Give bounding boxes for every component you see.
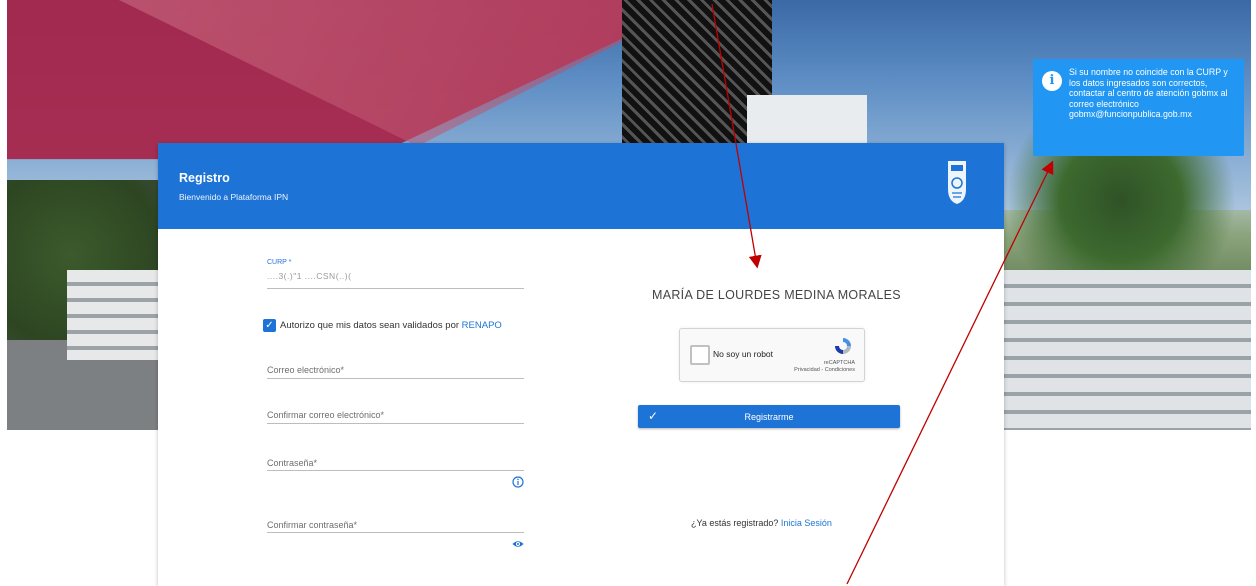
info-text: Si su nombre no coincide con la CURP y l… — [1069, 67, 1228, 120]
recaptcha-links[interactable]: Privacidad - Condiciones — [794, 367, 855, 374]
email-placeholder: Correo electrónico* — [267, 365, 345, 375]
card-header: Registro Bienvenido a Plataforma IPN — [158, 143, 1004, 229]
ipn-emblem-icon — [948, 161, 966, 204]
login-prompt: ¿Ya estás registrado? — [691, 518, 779, 528]
renapo-link[interactable]: RENAPO — [462, 320, 502, 331]
email-field[interactable]: Correo electrónico* — [267, 365, 524, 379]
user-full-name: MARÍA DE LOURDES MEDINA MORALES — [652, 288, 901, 302]
eye-icon[interactable] — [512, 538, 524, 550]
confirm-password-placeholder: Confirmar contraseña* — [267, 520, 358, 530]
recaptcha-widget[interactable]: No soy un robot reCAPTCHA Privacidad - C… — [679, 328, 865, 382]
register-card: Registro Bienvenido a Plataforma IPN CUR… — [158, 143, 1004, 586]
page-title: Registro — [179, 171, 230, 185]
page-subtitle: Bienvenido a Plataforma IPN — [179, 192, 289, 202]
curp-value: ....3(.)"1 ....CSN(..)( — [267, 271, 352, 281]
authorize-checkbox-row[interactable]: ✓ Autorizo que mis datos sean validados … — [263, 319, 502, 332]
recaptcha-checkbox[interactable] — [690, 345, 710, 365]
confirm-email-field[interactable]: Confirmar correo electrónico* — [267, 410, 524, 424]
info-tooltip: i Si su nombre no coincide con la CURP y… — [1033, 59, 1244, 156]
register-button[interactable]: ✓ Registrarme — [638, 405, 900, 428]
stairs-left — [67, 270, 167, 360]
recaptcha-logo-icon — [835, 338, 851, 354]
login-link[interactable]: Inicia Sesión — [781, 518, 832, 528]
curp-field[interactable]: CURP * ....3(.)"1 ....CSN(..)( — [267, 259, 524, 289]
check-icon: ✓ — [648, 409, 659, 423]
confirm-email-placeholder: Confirmar correo electrónico* — [267, 410, 385, 420]
register-button-label: Registrarme — [744, 411, 794, 422]
info-icon: i — [1042, 71, 1062, 91]
confirm-password-field[interactable]: Confirmar contraseña* — [267, 520, 524, 547]
password-placeholder: Contraseña* — [267, 458, 318, 468]
recaptcha-branding: reCAPTCHA Privacidad - Condiciones — [794, 360, 855, 373]
stairs-right — [1001, 270, 1251, 430]
authorize-text: Autorizo que mis datos sean validados po… — [280, 320, 460, 331]
password-field[interactable]: Contraseña* — [267, 458, 524, 488]
recaptcha-label: No soy un robot — [713, 349, 774, 359]
checkbox-checked-icon[interactable]: ✓ — [263, 319, 276, 332]
login-prompt-row: ¿Ya estás registrado? Inicia Sesión — [691, 518, 832, 528]
curp-label: CURP * — [267, 259, 292, 266]
info-circle-icon[interactable] — [512, 476, 524, 488]
